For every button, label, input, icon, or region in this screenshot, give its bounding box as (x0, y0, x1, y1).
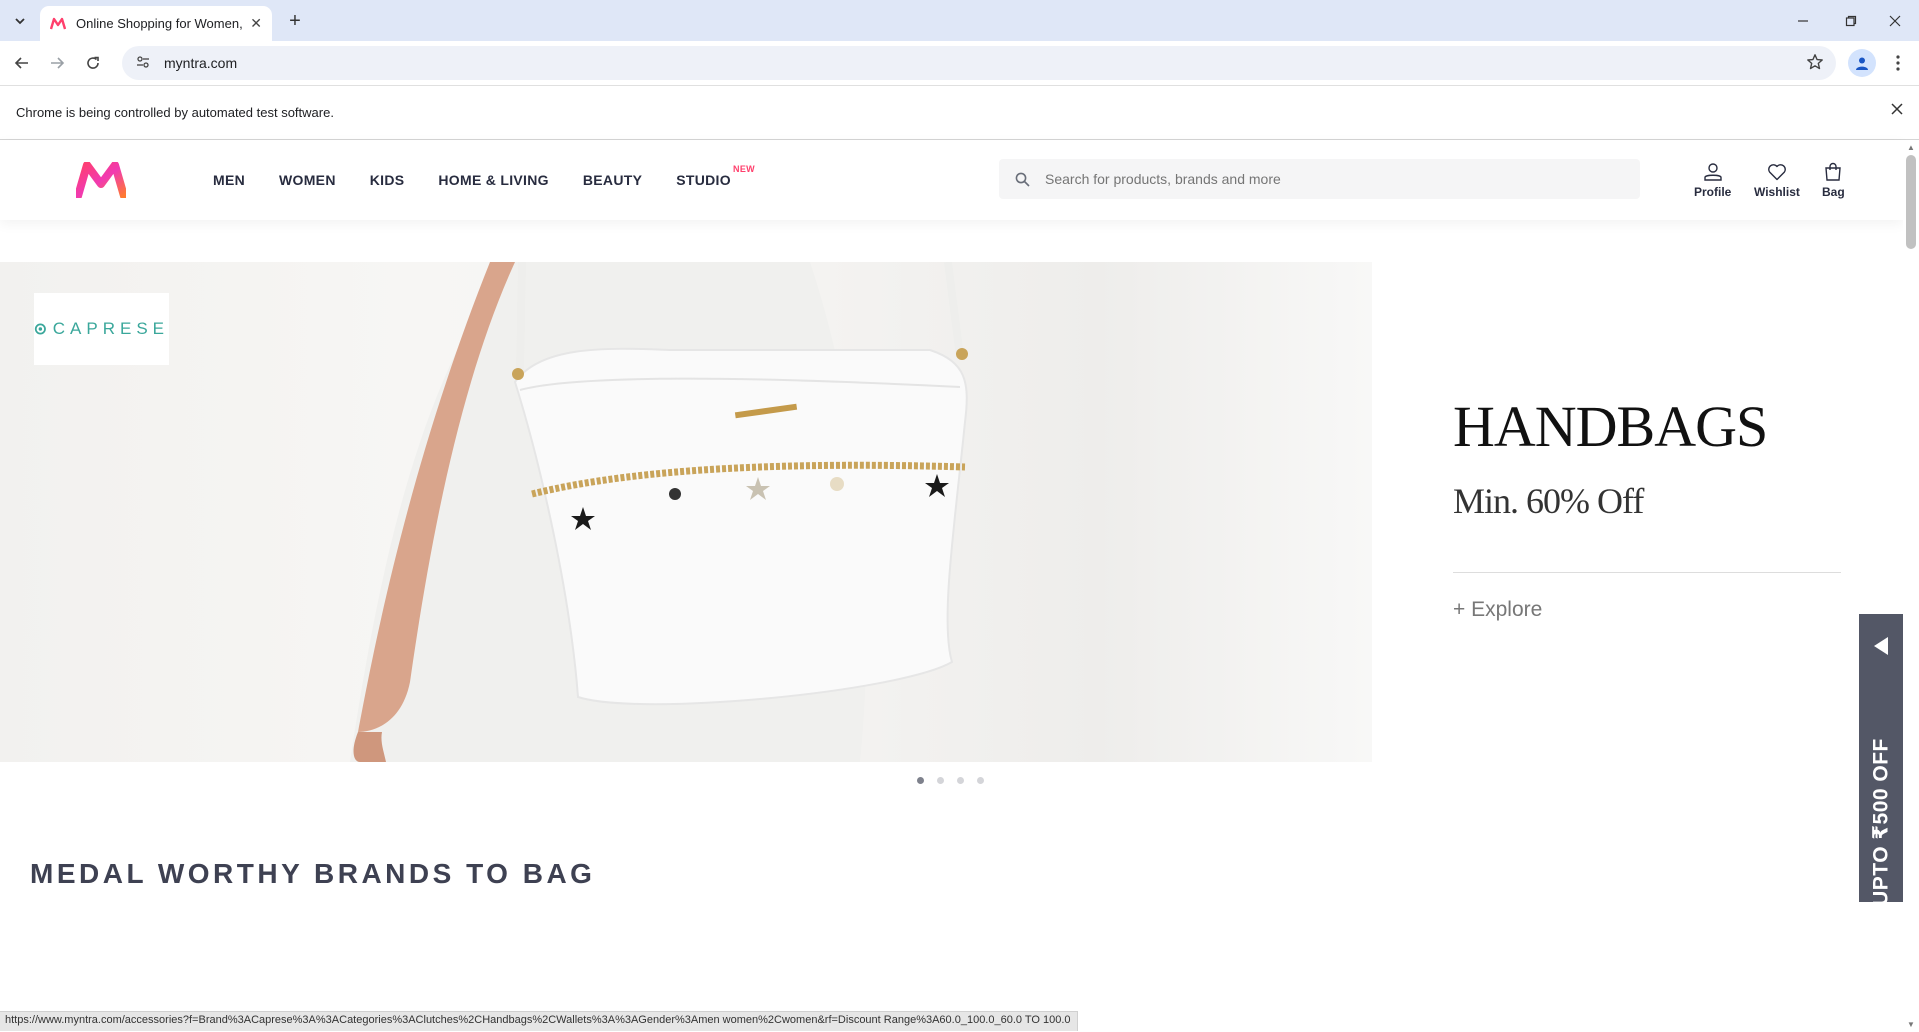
nav-home-living[interactable]: HOME & LIVING (438, 172, 548, 188)
tab-title: Online Shopping for Women, M (76, 16, 245, 31)
search-bar[interactable] (999, 159, 1640, 199)
nav-kids[interactable]: KIDS (370, 172, 405, 188)
wishlist-button[interactable]: Wishlist (1754, 162, 1800, 199)
automation-infobar: Chrome is being controlled by automated … (0, 85, 1919, 140)
browser-tab-strip: Online Shopping for Women, M ✕ + (0, 0, 1919, 41)
bag-button[interactable]: Bag (1822, 162, 1845, 199)
carousel-dots (917, 777, 997, 784)
nav-men[interactable]: MEN (213, 172, 245, 188)
caprese-logo-icon (34, 323, 46, 335)
page-scrollbar[interactable]: ▲ ▼ (1903, 140, 1919, 1032)
hero-divider (1453, 572, 1841, 573)
caret-left-icon (1874, 637, 1888, 655)
nav-beauty[interactable]: BEAUTY (583, 172, 642, 188)
promo-side-tab[interactable]: UPTO ₹500 OFF (1859, 614, 1903, 906)
bookmark-star-icon[interactable] (1806, 53, 1824, 76)
browser-profile-icon[interactable] (1848, 49, 1876, 77)
reload-icon[interactable] (79, 49, 107, 77)
infobar-close-icon[interactable] (1891, 102, 1903, 120)
brand-name: CAPRESE (52, 319, 169, 338)
search-icon[interactable] (999, 172, 1045, 187)
handbag-model-illustration (350, 262, 968, 762)
scroll-up-icon[interactable]: ▲ (1907, 143, 1915, 152)
profile-label: Profile (1694, 185, 1732, 199)
minimize-icon[interactable] (1790, 8, 1816, 34)
profile-icon (1703, 163, 1722, 181)
site-header: MEN WOMEN KIDS HOME & LIVING BEAUTY STUD… (0, 140, 1903, 220)
back-icon[interactable] (8, 49, 36, 77)
hero-subtitle: Min. 60% Off (1453, 481, 1644, 521)
carousel-dot-3[interactable] (957, 777, 964, 784)
browser-tab-active[interactable]: Online Shopping for Women, M ✕ (40, 6, 272, 41)
hero-banner-image[interactable]: CAPRESE (0, 262, 1372, 762)
browser-menu-icon[interactable] (1888, 49, 1908, 77)
nav-studio-label: STUDIO (676, 172, 731, 188)
nav-studio[interactable]: STUDIO NEW (676, 164, 754, 188)
new-badge: NEW (733, 164, 755, 174)
search-input[interactable] (1045, 171, 1605, 187)
bag-label: Bag (1822, 185, 1845, 199)
carousel-dot-2[interactable] (937, 777, 944, 784)
heart-icon (1768, 164, 1786, 181)
url-text[interactable]: myntra.com (164, 55, 237, 71)
window-close-icon[interactable] (1882, 8, 1908, 34)
nav-women[interactable]: WOMEN (279, 172, 336, 188)
profile-button[interactable]: Profile (1694, 162, 1731, 199)
carousel-dot-1[interactable] (917, 777, 924, 784)
tab-search-button[interactable] (8, 9, 32, 33)
link-status-bar: https://www.myntra.com/accessories?f=Bra… (0, 1011, 1078, 1031)
hero-title: HANDBAGS (1453, 394, 1768, 459)
new-tab-button[interactable]: + (282, 8, 308, 34)
myntra-logo[interactable] (74, 161, 128, 200)
carousel-dot-4[interactable] (977, 777, 984, 784)
promo-text: UPTO ₹500 OFF (1869, 738, 1893, 906)
restore-icon[interactable] (1838, 8, 1864, 34)
section-title: MEDAL WORTHY BRANDS TO BAG (30, 858, 596, 889)
site-info-icon[interactable] (136, 55, 150, 72)
browser-toolbar: myntra.com (0, 41, 1919, 85)
myntra-favicon-icon (50, 17, 66, 29)
infobar-message: Chrome is being controlled by automated … (16, 105, 334, 120)
brand-badge: CAPRESE (34, 293, 169, 365)
main-nav: MEN WOMEN KIDS HOME & LIVING BEAUTY STUD… (213, 140, 765, 220)
address-bar[interactable]: myntra.com (122, 46, 1836, 80)
wishlist-label: Wishlist (1754, 185, 1800, 199)
scroll-down-icon[interactable]: ▼ (1907, 1020, 1915, 1029)
explore-link[interactable]: + Explore (1453, 598, 1542, 622)
forward-icon[interactable] (43, 49, 71, 77)
scrollbar-thumb[interactable] (1906, 155, 1916, 249)
tab-close-icon[interactable]: ✕ (250, 15, 262, 32)
chevron-down-icon (15, 18, 25, 25)
bag-icon (1825, 162, 1842, 181)
